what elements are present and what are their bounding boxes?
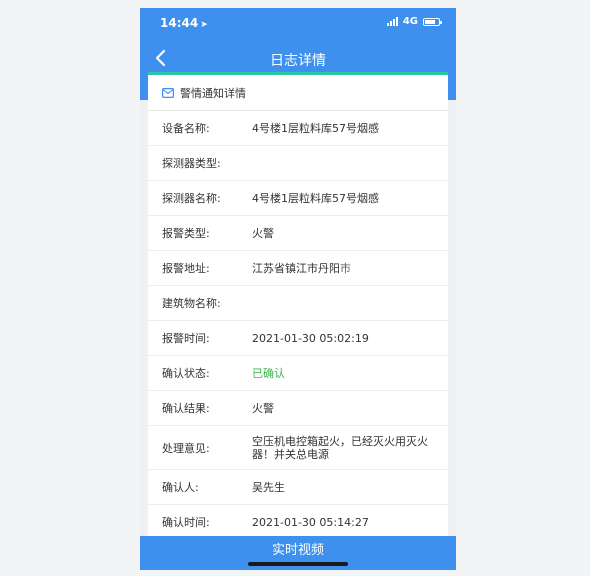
row-handling-opinion: 处理意见: 空压机电控箱起火，已经灭火用灭火器！并关总电源 (148, 426, 448, 470)
status-badge: 已确认 (252, 366, 285, 380)
row-label: 确认结果: (162, 402, 210, 415)
row-value: 4号楼1层粒料库57号烟感 (252, 121, 379, 135)
card-header: 警情通知详情 (148, 75, 448, 111)
row-detector-name: 探测器名称: 4号楼1层粒料库57号烟感 (148, 181, 448, 216)
row-device-name: 设备名称: 4号楼1层粒料库57号烟感 (148, 111, 448, 146)
row-value: 2021-01-30 05:14:27 (252, 515, 369, 529)
row-value: 空压机电控箱起火，已经灭火用灭火器！并关总电源 (252, 434, 428, 461)
row-label: 设备名称: (162, 122, 210, 135)
row-confirm-time: 确认时间: 2021-01-30 05:14:27 (148, 505, 448, 540)
row-alarm-time: 报警时间: 2021-01-30 05:02:19 (148, 321, 448, 356)
status-right: 4G (386, 16, 442, 27)
phone-screen: 14:44 ➤ 4G 日志详情 警情通知详情 设备名称: 4号楼1层粒料库57号烟… (140, 8, 456, 570)
row-confirmer: 确认人: 吴先生 (148, 470, 448, 505)
row-confirm-result: 确认结果: 火警 (148, 391, 448, 426)
row-label: 确认人: (162, 481, 199, 494)
location-icon: ➤ (200, 20, 208, 30)
row-label: 报警地址: (162, 262, 210, 275)
envelope-icon (162, 87, 174, 98)
address-fade (338, 251, 378, 285)
row-label: 报警类型: (162, 227, 210, 240)
row-label: 报警时间: (162, 332, 210, 345)
row-value: 火警 (252, 226, 274, 240)
status-time: 14:44 ➤ (160, 16, 208, 30)
signal-icon (386, 17, 398, 26)
battery-icon (423, 17, 442, 26)
row-value: 2021-01-30 05:02:19 (252, 331, 369, 345)
row-label: 建筑物名称: (162, 297, 221, 310)
row-label: 确认状态: (162, 367, 210, 380)
row-building-name: 建筑物名称: (148, 286, 448, 321)
status-bar: 14:44 ➤ 4G (140, 8, 456, 38)
row-label: 确认时间: (162, 516, 210, 529)
row-value: 吴先生 (252, 480, 285, 494)
row-detector-type: 探测器类型: (148, 146, 448, 181)
row-value: 4号楼1层粒料库57号烟感 (252, 191, 379, 205)
status-time-text: 14:44 (160, 16, 199, 30)
alarm-detail-card: 警情通知详情 设备名称: 4号楼1层粒料库57号烟感 探测器类型: 探测器名称:… (148, 72, 448, 542)
home-indicator (248, 562, 348, 566)
row-label: 探测器类型: (162, 157, 221, 170)
row-label: 探测器名称: (162, 192, 221, 205)
row-alarm-type: 报警类型: 火警 (148, 216, 448, 251)
row-confirm-status: 确认状态: 已确认 (148, 356, 448, 391)
network-type: 4G (402, 16, 418, 27)
page-title: 日志详情 (270, 53, 326, 69)
row-value: 火警 (252, 401, 274, 415)
card-header-title: 警情通知详情 (180, 86, 246, 100)
row-alarm-address: 报警地址: 江苏省镇江市丹阳市 (148, 251, 448, 286)
row-label: 处理意见: (162, 441, 210, 455)
